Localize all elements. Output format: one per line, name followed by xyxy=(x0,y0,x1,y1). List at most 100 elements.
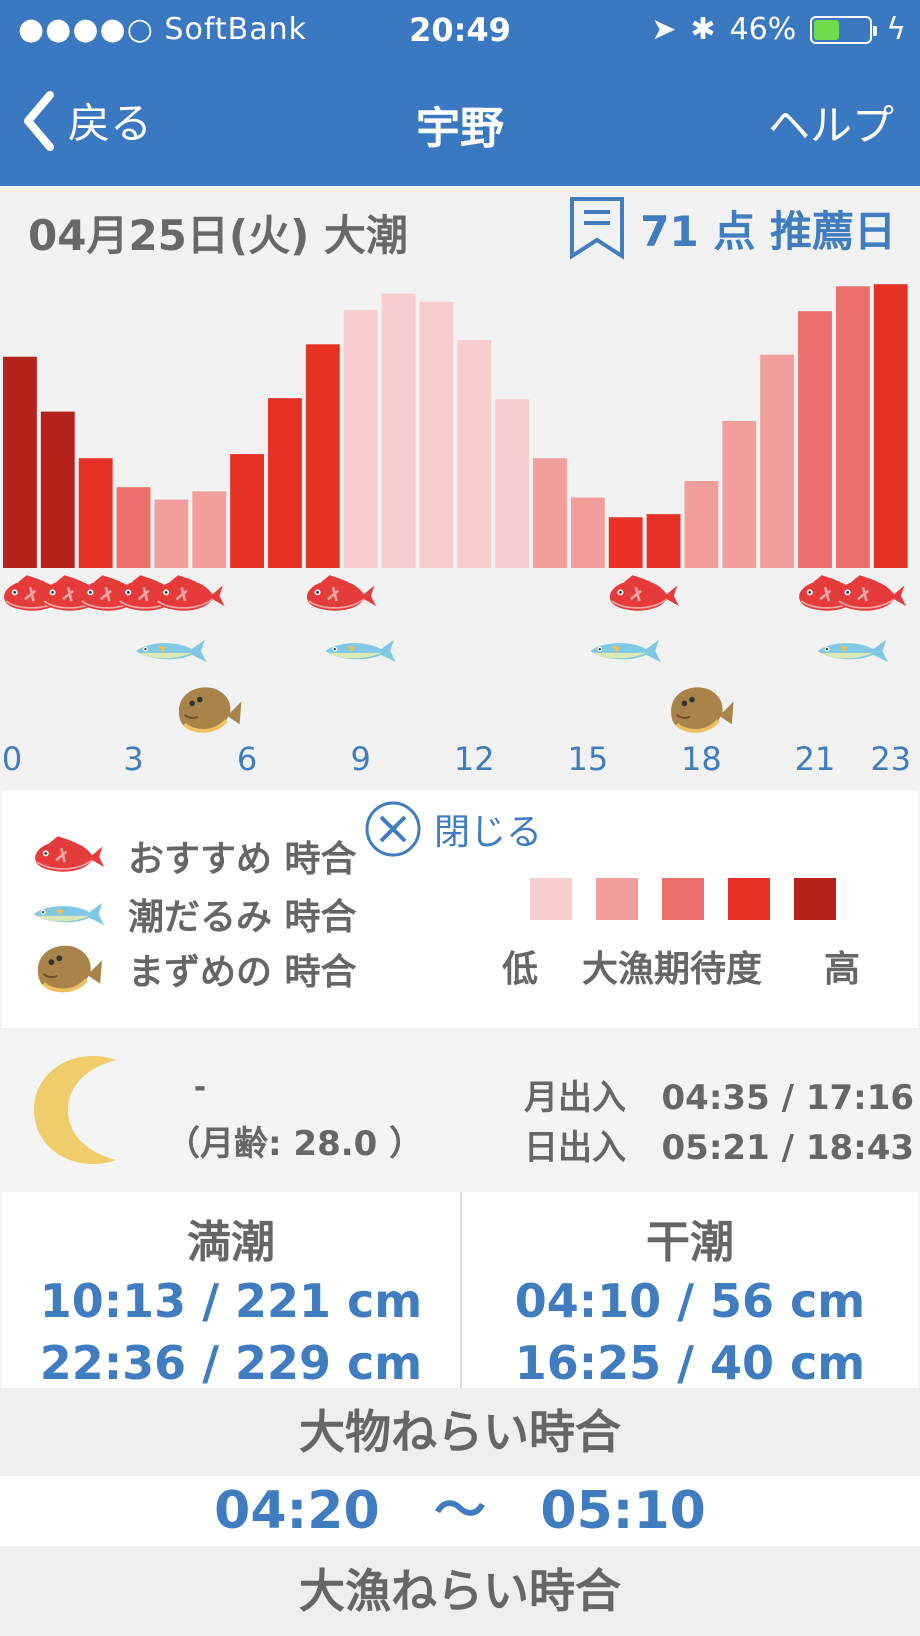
bar-hour-23 xyxy=(873,284,908,568)
bar-hour-0 xyxy=(3,356,37,568)
mackerel-icon xyxy=(325,639,396,663)
big-game-start: 04:20 xyxy=(214,1481,380,1541)
bar-hour-16 xyxy=(608,517,643,568)
moon-phase: - xyxy=(193,1070,207,1105)
sunrise-row: 日出入 05:21 / 18:43 xyxy=(524,1120,914,1169)
location-icon: ➤ xyxy=(651,12,677,47)
bar-hour-10 xyxy=(381,293,416,568)
legend-label: まずめの 時合 xyxy=(128,952,357,993)
top-bar: ●●●●○ SoftBank 20:49 ➤ ✱ 46% ϟ 戻る 宇野 ヘルプ xyxy=(0,0,920,186)
scale-swatch-1 xyxy=(530,878,572,920)
hour-tick-18: 18 xyxy=(681,740,722,778)
big-game-end: 05:10 xyxy=(540,1481,706,1541)
crescent-moon-icon xyxy=(34,1055,116,1165)
hour-tick-23: 23 xyxy=(870,740,912,778)
range-separator: 〜 xyxy=(433,1481,486,1541)
bar-hour-18 xyxy=(684,481,719,568)
date-row: 04月25日(火) 大潮 71 点 推薦日 xyxy=(0,186,920,268)
bar-hour-13 xyxy=(495,399,530,568)
scale-swatch-5 xyxy=(794,878,836,920)
legend-label: 潮だるみ 時合 xyxy=(128,897,357,938)
twilight-fish-row xyxy=(177,685,736,734)
red-snapper-icon xyxy=(608,573,681,612)
high-tide-column: 満潮 10:13 / 221 cm 22:36 / 229 cm xyxy=(2,1192,460,1390)
scale-swatch-3 xyxy=(662,878,704,920)
bar-hour-4 xyxy=(154,499,189,568)
low-tide-value: 04:10 / 56 cm xyxy=(514,1274,866,1328)
low-tide-title: 干潮 xyxy=(646,1217,734,1268)
scale-title: 大漁期待度 xyxy=(582,949,763,990)
scale-swatch-4 xyxy=(728,878,770,920)
big-catch-title: 大漁ねらい時合 xyxy=(0,1546,920,1636)
legend-label: おすすめ 時合 xyxy=(128,839,357,880)
legend-panel: 閉じる おすすめ 時合 潮だるみ 時合 まずめの 時合 低 大漁期待度 高 xyxy=(2,790,918,1028)
sunrise-times: 05:21 / 18:43 xyxy=(661,1128,915,1168)
bar-hour-22 xyxy=(835,286,870,568)
scale-high-label: 高 xyxy=(824,949,861,990)
bar-hour-1 xyxy=(40,411,75,568)
bar-hour-5 xyxy=(192,491,227,568)
moon-age: （月齢: 28.0 ） xyxy=(166,1124,424,1164)
legend-item-slack-tide: 潮だるみ 時合 xyxy=(32,888,357,940)
big-game-title: 大物ねらい時合 xyxy=(0,1388,920,1476)
tide-panel: 満潮 10:13 / 221 cm 22:36 / 229 cm 干潮 04:1… xyxy=(2,1192,918,1390)
navigation-bar: 戻る 宇野 ヘルプ xyxy=(0,62,920,186)
high-tide-title: 満潮 xyxy=(187,1217,275,1268)
big-game-time-range: 04:20 〜 05:10 xyxy=(0,1476,920,1546)
bar-hour-19 xyxy=(722,420,757,568)
hour-tick-0: 0 xyxy=(1,740,23,778)
legend-item-twilight: まずめの 時合 xyxy=(32,940,357,998)
hour-tick-15: 15 xyxy=(567,740,609,778)
hour-tick-21: 21 xyxy=(794,740,836,778)
close-legend-button[interactable]: 閉じる xyxy=(364,800,542,858)
low-tide-column: 干潮 04:10 / 56 cm 16:25 / 40 cm xyxy=(460,1192,918,1390)
flounder-icon xyxy=(35,943,105,994)
hour-tick-9: 9 xyxy=(350,740,371,778)
score-label: 71 点 推薦日 xyxy=(640,206,896,256)
scale-swatch-2 xyxy=(596,878,638,920)
legend-item-recommended: おすすめ 時合 xyxy=(32,830,357,882)
bar-hour-3 xyxy=(116,487,151,568)
bluetooth-icon: ✱ xyxy=(690,12,716,47)
score-badge[interactable]: 71 点 推薦日 xyxy=(568,196,896,260)
charging-icon: ϟ xyxy=(886,12,906,47)
bar-hour-9 xyxy=(343,310,378,568)
low-tide-value: 16:25 / 40 cm xyxy=(514,1336,866,1390)
bar-hour-20 xyxy=(760,354,795,568)
bar-hour-14 xyxy=(533,458,567,568)
red-snapper-icon xyxy=(835,573,908,612)
slack-tide-fish-row xyxy=(136,639,889,663)
mackerel-icon xyxy=(136,639,207,663)
date-label: 04月25日(火) 大潮 xyxy=(28,211,408,260)
battery-percent: 46% xyxy=(729,12,797,47)
mackerel-icon xyxy=(33,902,105,926)
moonrise-row: 月出入 04:35 / 17:16 xyxy=(524,1070,914,1119)
bar-hour-2 xyxy=(78,458,113,568)
bar-hour-21 xyxy=(798,311,832,568)
status-icons: ➤ ✱ 46% ϟ xyxy=(651,12,906,47)
close-icon xyxy=(365,801,421,857)
bar-hour-15 xyxy=(570,497,605,568)
battery-icon xyxy=(810,15,878,44)
mackerel-icon xyxy=(817,639,889,663)
red-snapper-icon xyxy=(33,834,106,873)
flounder-icon xyxy=(669,685,736,734)
help-button[interactable]: ヘルプ xyxy=(768,92,894,153)
flounder-icon xyxy=(177,685,244,734)
status-bar: ●●●●○ SoftBank 20:49 ➤ ✱ 46% ϟ xyxy=(0,0,920,62)
moonrise-times: 04:35 / 17:16 xyxy=(661,1078,915,1118)
recommended-fish-row xyxy=(2,573,908,612)
bar-hour-12 xyxy=(457,340,492,568)
fishing-chart xyxy=(3,284,908,568)
hour-tick-3: 3 xyxy=(123,740,144,778)
hour-axis: 0 3 6 9 12 15 18 21 23 xyxy=(0,740,920,780)
bookmark-icon xyxy=(570,197,625,260)
hour-tick-6: 6 xyxy=(236,740,258,778)
close-label: 閉じる xyxy=(434,812,543,853)
bar-hour-17 xyxy=(646,514,681,568)
sunrise-label: 日出入 xyxy=(524,1128,626,1168)
mackerel-icon xyxy=(590,639,661,663)
bar-hour-11 xyxy=(419,301,454,568)
scale-low-label: 低 xyxy=(502,949,539,990)
moon-panel: - （月齢: 28.0 ） 月出入 04:35 / 17:16 日出入 05:2… xyxy=(0,1032,920,1192)
